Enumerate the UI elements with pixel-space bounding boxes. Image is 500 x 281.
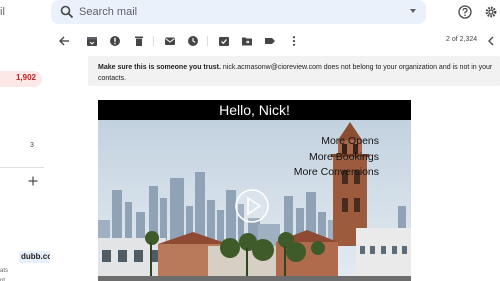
search-input[interactable] <box>79 3 379 21</box>
mark-unread-icon[interactable] <box>164 35 176 47</box>
settings-gear-icon[interactable] <box>484 5 498 19</box>
feature-text: More Bookings <box>308 151 379 163</box>
toolbar-divider <box>153 36 154 46</box>
search-options-icon[interactable] <box>410 9 416 13</box>
trust-warning-text: Make sure this is someone you trust. nic… <box>98 62 498 84</box>
sidebar-fragment-text: ats <box>0 268 9 274</box>
left-sidebar: 1,902 3 dubb.com ats nt <box>0 28 62 281</box>
top-bar: il <box>0 0 500 28</box>
report-spam-icon[interactable] <box>109 35 121 47</box>
trust-warning-banner: Make sure this is someone you trust. nic… <box>88 56 500 86</box>
add-to-tasks-icon[interactable] <box>218 35 230 47</box>
archive-icon[interactable] <box>86 35 98 47</box>
video-thumbnail[interactable]: More Opens More Bookings More Conversion… <box>98 120 411 281</box>
more-options-icon[interactable] <box>288 35 300 47</box>
sidebar-item-count: 3 <box>30 142 34 149</box>
label-tag-icon[interactable] <box>264 35 276 47</box>
sidebar-divider <box>0 167 44 168</box>
email-hero-title: Hello, Nick! <box>98 100 411 120</box>
feature-text: More Conversions <box>293 166 379 178</box>
message-body: Make sure this is someone you trust. nic… <box>50 52 500 281</box>
help-icon[interactable] <box>458 5 472 19</box>
previous-message-chevron-icon[interactable] <box>486 35 496 47</box>
search-bar[interactable] <box>51 0 426 24</box>
feature-text: More Opens <box>321 135 379 147</box>
add-label-plus-icon[interactable] <box>28 176 38 186</box>
brand-fragment: il <box>0 6 5 18</box>
sidebar-item-inbox[interactable]: 1,902 <box>0 71 42 87</box>
toolbar-divider <box>207 36 208 46</box>
message-page-count: 2 of 2,324 <box>446 36 478 43</box>
snooze-clock-icon[interactable] <box>187 35 199 47</box>
move-to-folder-icon[interactable] <box>241 35 253 47</box>
trust-warning-bold: Make sure this is someone you trust. <box>98 64 221 71</box>
delete-trash-icon[interactable] <box>133 35 145 47</box>
message-toolbar: 2 of 2,324 <box>50 30 500 52</box>
search-icon[interactable] <box>60 5 74 19</box>
play-button-icon[interactable] <box>234 188 270 224</box>
unread-count-badge: 1,902 <box>15 73 36 82</box>
back-arrow-icon[interactable] <box>58 35 70 47</box>
